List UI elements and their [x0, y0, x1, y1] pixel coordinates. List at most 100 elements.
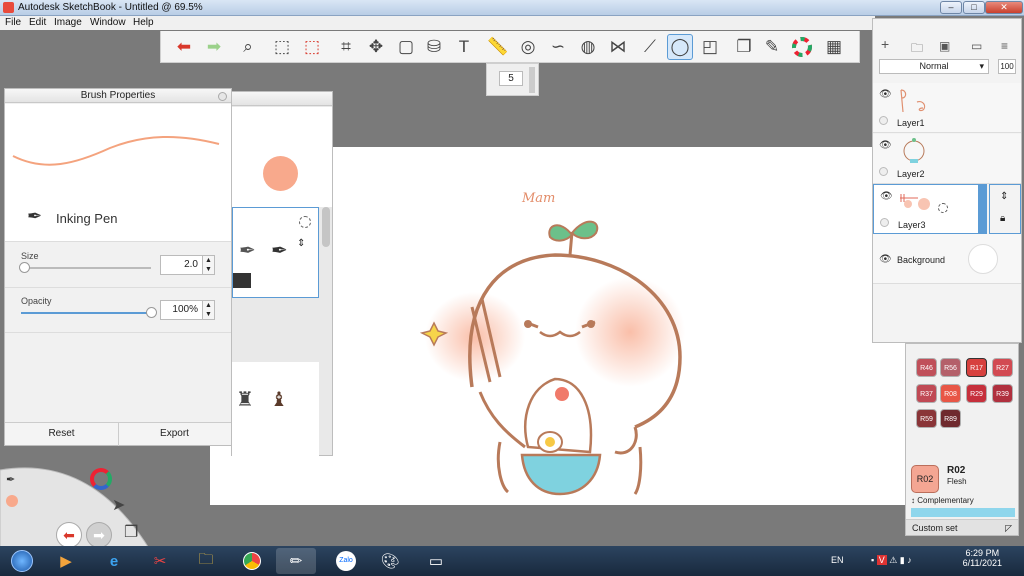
visibility-eye-icon[interactable]: 👁 — [879, 89, 892, 100]
lagoon-color-wheel-icon[interactable] — [90, 468, 112, 490]
tray-icons[interactable]: ▪ V ⚠ ▮ ♪ — [871, 555, 912, 566]
brush-library-scrollbar[interactable] — [322, 207, 330, 247]
folder-icon[interactable]: 🗀 — [911, 39, 923, 60]
lagoon-layers-icon[interactable]: ❐ — [124, 522, 138, 542]
text-icon[interactable]: T — [451, 34, 477, 60]
media-player-icon[interactable]: ▶ — [46, 548, 86, 574]
copic-chip[interactable]: R08 — [940, 384, 961, 403]
move-layer-icon[interactable]: ⇕ — [1000, 191, 1008, 202]
layer-menu-icon[interactable]: ≡ — [1001, 39, 1008, 53]
airbrush-icon[interactable]: ♜ — [236, 387, 254, 412]
copic-library-icon[interactable]: ▦ — [821, 34, 847, 60]
image-layer-icon[interactable]: ▣ — [939, 39, 950, 53]
menu-image[interactable]: Image — [54, 17, 82, 28]
fill-icon[interactable]: ⛁ — [421, 34, 447, 60]
lagoon-color-swatch[interactable] — [6, 495, 18, 507]
brush-set-selected[interactable]: ✒ ✒ ⇕ — [232, 207, 319, 298]
ruler-icon[interactable]: 📏 — [485, 34, 511, 60]
system-clock[interactable]: 6:29 PM 6/11/2021 — [963, 548, 1002, 568]
distort-icon[interactable]: ▢ — [393, 34, 419, 60]
sketchbook-taskbar-icon[interactable]: ✏ — [276, 548, 316, 574]
brush-set-2[interactable]: ♜ ♝ — [232, 362, 319, 457]
opacity-slider-track[interactable] — [21, 312, 151, 314]
layer-row[interactable]: 👁 Layer1 — [873, 83, 1021, 133]
clear-layer-icon[interactable]: ▭ — [971, 39, 982, 53]
inking-brush-icon[interactable]: ✒ — [271, 238, 288, 263]
file-explorer-icon[interactable]: 🗀 — [186, 548, 226, 574]
zalo-icon[interactable]: Zalo — [326, 548, 366, 574]
copic-chip[interactable]: R29 — [966, 384, 987, 403]
start-button[interactable] — [2, 548, 42, 574]
close-button[interactable]: ✕ — [985, 1, 1023, 14]
copic-chip[interactable]: R37 — [916, 384, 937, 403]
paintbrush-icon[interactable]: ♝ — [270, 387, 288, 412]
current-copic-swatch[interactable]: R02 — [911, 465, 939, 493]
layer-row[interactable]: 👁 Layer2 — [873, 134, 1021, 184]
opacity-slider-knob[interactable] — [146, 307, 157, 318]
layer-lock-icon[interactable] — [880, 218, 889, 227]
transform-icon[interactable]: ✥ — [363, 34, 389, 60]
size-input[interactable]: 2.0 — [160, 255, 204, 275]
visibility-eye-icon[interactable]: 👁 — [880, 191, 893, 202]
copic-chip[interactable]: R89 — [940, 409, 961, 428]
visibility-eye-icon[interactable]: 👁 — [879, 254, 892, 265]
brush-size-value[interactable]: 5 — [499, 71, 523, 86]
menu-help[interactable]: Help — [133, 17, 154, 28]
menu-file[interactable]: File — [5, 17, 21, 28]
blend-mode-select[interactable]: Normal ▾ — [879, 59, 989, 74]
current-color-swatch[interactable] — [263, 156, 298, 191]
marker-brush-icon[interactable] — [233, 273, 251, 288]
color-wheel-icon[interactable] — [789, 34, 815, 60]
select-icon[interactable]: ⬚ — [269, 34, 295, 60]
layer-row-background[interactable]: 👁 Background — [873, 234, 1021, 284]
copic-chip[interactable]: R17 — [966, 358, 987, 377]
reset-button[interactable]: Reset — [5, 428, 118, 439]
copic-chip[interactable]: R46 — [916, 358, 937, 377]
snipping-tool-icon[interactable]: ✂ — [140, 548, 180, 574]
reorder-icon[interactable]: ⇕ — [297, 238, 305, 249]
minimize-button[interactable]: – — [940, 1, 962, 14]
copic-chip[interactable]: R59 — [916, 409, 937, 428]
brush-size-grip[interactable] — [529, 67, 535, 93]
brush-size-puck[interactable]: 5 — [486, 63, 539, 96]
menu-edit[interactable]: Edit — [29, 17, 46, 28]
complementary-color-bar[interactable] — [911, 508, 1015, 517]
lagoon-undo-icon[interactable]: ⬅ — [56, 522, 82, 548]
undo-icon[interactable]: ⬅ — [171, 34, 197, 60]
lagoon-cursor-icon[interactable]: ➤ — [112, 495, 125, 515]
add-layer-icon[interactable]: + — [881, 36, 889, 52]
layer-lock-icon[interactable] — [879, 167, 888, 176]
size-slider-track[interactable] — [21, 267, 151, 269]
custom-set-button[interactable]: Custom set ◸ — [906, 519, 1018, 535]
ellipse-guide-icon[interactable]: ◎ — [515, 34, 541, 60]
redo-icon[interactable]: ➡ — [201, 34, 227, 60]
layer-opacity-input[interactable]: 100 — [998, 59, 1016, 74]
panel-close-icon[interactable] — [218, 92, 227, 101]
size-slider-knob[interactable] — [18, 262, 30, 273]
lock-layer-icon[interactable]: 🔒︎ — [1000, 213, 1005, 224]
copic-chip[interactable]: R27 — [992, 358, 1013, 377]
menu-window[interactable]: Window — [90, 17, 126, 28]
visibility-eye-icon[interactable]: 👁 — [879, 140, 892, 151]
deselect-icon[interactable]: ⬚ — [299, 34, 325, 60]
opacity-stepper[interactable]: ▲ ▼ — [202, 300, 215, 320]
size-stepper[interactable]: ▲ ▼ — [202, 255, 215, 275]
crop-icon[interactable]: ⌗ — [333, 34, 359, 60]
copic-chip[interactable]: R56 — [940, 358, 961, 377]
paint-icon[interactable]: 🎨︎ — [370, 548, 410, 574]
remote-desktop-icon[interactable]: ▭ — [416, 548, 456, 574]
copic-chip[interactable]: R39 — [992, 384, 1013, 403]
layer-lock-icon[interactable] — [879, 116, 888, 125]
background-color-swatch[interactable] — [968, 244, 998, 274]
complementary-toggle[interactable]: ↕ Complementary — [911, 496, 974, 505]
brushes-icon[interactable]: ✎ — [759, 34, 785, 60]
perspective-icon[interactable]: ◍ — [575, 34, 601, 60]
input-language[interactable]: EN — [831, 555, 844, 565]
layers-icon[interactable]: ❐ — [731, 34, 757, 60]
opacity-input[interactable]: 100% — [160, 300, 204, 320]
brush-tip-icon[interactable]: ✒ — [6, 473, 15, 486]
layer-row-selected[interactable]: 👁 Layer3 — [873, 184, 979, 234]
maximize-button[interactable]: □ — [963, 1, 985, 14]
symmetry-icon[interactable]: ⋈ — [605, 34, 631, 60]
export-button[interactable]: Export — [118, 428, 231, 439]
